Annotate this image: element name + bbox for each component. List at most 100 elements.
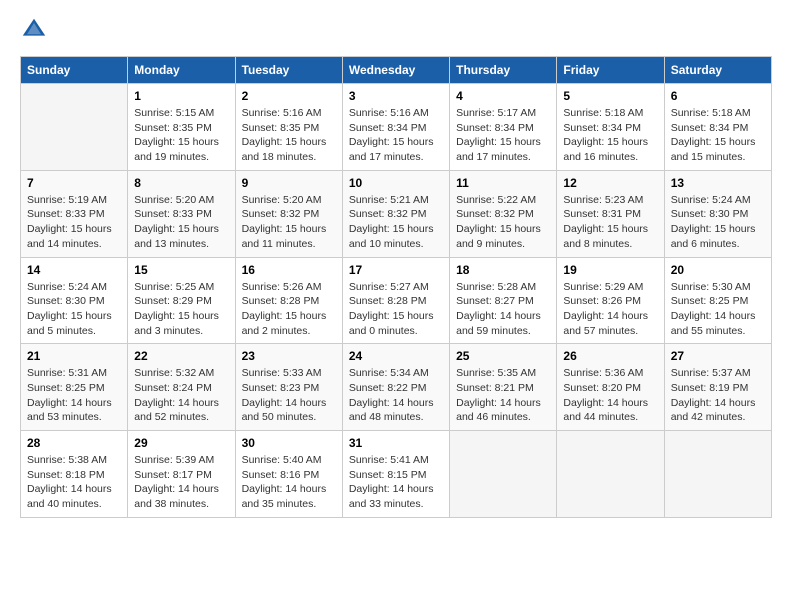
calendar-body: 1 Sunrise: 5:15 AMSunset: 8:35 PMDaylight… [21,84,772,518]
calendar-cell: 10 Sunrise: 5:21 AMSunset: 8:32 PMDayligh… [342,170,449,257]
calendar-cell [450,431,557,518]
day-number: 14 [27,263,121,277]
day-number: 11 [456,176,550,190]
day-info: Sunrise: 5:20 AMSunset: 8:32 PMDaylight:… [242,193,336,252]
day-info: Sunrise: 5:16 AMSunset: 8:35 PMDaylight:… [242,106,336,165]
day-info: Sunrise: 5:35 AMSunset: 8:21 PMDaylight:… [456,366,550,425]
logo-icon [20,16,48,44]
day-info: Sunrise: 5:18 AMSunset: 8:34 PMDaylight:… [671,106,765,165]
calendar-cell: 20 Sunrise: 5:30 AMSunset: 8:25 PMDayligh… [664,257,771,344]
day-number: 30 [242,436,336,450]
day-number: 12 [563,176,657,190]
calendar-cell: 7 Sunrise: 5:19 AMSunset: 8:33 PMDaylight… [21,170,128,257]
calendar-cell: 4 Sunrise: 5:17 AMSunset: 8:34 PMDaylight… [450,84,557,171]
calendar-cell: 2Sunrise: 5:16 AMSunset: 8:35 PMDaylight… [235,84,342,171]
calendar-table: SundayMondayTuesdayWednesdayThursdayFrid… [20,56,772,518]
calendar-cell: 1 Sunrise: 5:15 AMSunset: 8:35 PMDaylight… [128,84,235,171]
day-number: 15 [134,263,228,277]
calendar-cell: 31Sunrise: 5:41 AMSunset: 8:15 PMDayligh… [342,431,449,518]
calendar-cell: 21 Sunrise: 5:31 AMSunset: 8:25 PMDayligh… [21,344,128,431]
week-row-1: 7 Sunrise: 5:19 AMSunset: 8:33 PMDaylight… [21,170,772,257]
header-tuesday: Tuesday [235,57,342,84]
day-info: Sunrise: 5:18 AMSunset: 8:34 PMDaylight:… [563,106,657,165]
calendar-cell [557,431,664,518]
calendar-cell: 18 Sunrise: 5:28 AMSunset: 8:27 PMDayligh… [450,257,557,344]
day-number: 27 [671,349,765,363]
header-row: SundayMondayTuesdayWednesdayThursdayFrid… [21,57,772,84]
calendar-cell: 19 Sunrise: 5:29 AMSunset: 8:26 PMDayligh… [557,257,664,344]
day-number: 19 [563,263,657,277]
calendar-cell: 29 Sunrise: 5:39 AMSunset: 8:17 PMDayligh… [128,431,235,518]
header-saturday: Saturday [664,57,771,84]
day-info: Sunrise: 5:26 AMSunset: 8:28 PMDaylight:… [242,280,336,339]
day-number: 21 [27,349,121,363]
day-number: 17 [349,263,443,277]
day-info: Sunrise: 5:38 AMSunset: 8:18 PMDaylight:… [27,453,121,512]
day-info: Sunrise: 5:33 AMSunset: 8:23 PMDaylight:… [242,366,336,425]
day-info: Sunrise: 5:28 AMSunset: 8:27 PMDaylight:… [456,280,550,339]
day-number: 29 [134,436,228,450]
day-number: 10 [349,176,443,190]
day-number: 5 [563,89,657,103]
week-row-0: 1 Sunrise: 5:15 AMSunset: 8:35 PMDaylight… [21,84,772,171]
calendar-cell: 24 Sunrise: 5:34 AMSunset: 8:22 PMDayligh… [342,344,449,431]
logo [20,16,50,44]
day-info: Sunrise: 5:36 AMSunset: 8:20 PMDaylight:… [563,366,657,425]
day-number: 8 [134,176,228,190]
calendar-cell: 14 Sunrise: 5:24 AMSunset: 8:30 PMDayligh… [21,257,128,344]
calendar-cell: 11 Sunrise: 5:22 AMSunset: 8:32 PMDayligh… [450,170,557,257]
day-number: 1 [134,89,228,103]
calendar-cell [664,431,771,518]
calendar-cell: 30 Sunrise: 5:40 AMSunset: 8:16 PMDayligh… [235,431,342,518]
day-number: 26 [563,349,657,363]
day-info: Sunrise: 5:15 AMSunset: 8:35 PMDaylight:… [134,106,228,165]
day-info: Sunrise: 5:30 AMSunset: 8:25 PMDaylight:… [671,280,765,339]
calendar-cell: 27Sunrise: 5:37 AMSunset: 8:19 PMDayligh… [664,344,771,431]
day-number: 13 [671,176,765,190]
calendar-cell: 16 Sunrise: 5:26 AMSunset: 8:28 PMDayligh… [235,257,342,344]
day-info: Sunrise: 5:40 AMSunset: 8:16 PMDaylight:… [242,453,336,512]
day-info: Sunrise: 5:24 AMSunset: 8:30 PMDaylight:… [27,280,121,339]
day-number: 23 [242,349,336,363]
day-info: Sunrise: 5:32 AMSunset: 8:24 PMDaylight:… [134,366,228,425]
day-info: Sunrise: 5:39 AMSunset: 8:17 PMDaylight:… [134,453,228,512]
week-row-3: 21 Sunrise: 5:31 AMSunset: 8:25 PMDayligh… [21,344,772,431]
calendar-cell: 23 Sunrise: 5:33 AMSunset: 8:23 PMDayligh… [235,344,342,431]
day-number: 7 [27,176,121,190]
calendar-cell: 8 Sunrise: 5:20 AMSunset: 8:33 PMDaylight… [128,170,235,257]
calendar-header: SundayMondayTuesdayWednesdayThursdayFrid… [21,57,772,84]
header-friday: Friday [557,57,664,84]
day-info: Sunrise: 5:31 AMSunset: 8:25 PMDaylight:… [27,366,121,425]
day-info: Sunrise: 5:19 AMSunset: 8:33 PMDaylight:… [27,193,121,252]
day-number: 4 [456,89,550,103]
week-row-2: 14 Sunrise: 5:24 AMSunset: 8:30 PMDayligh… [21,257,772,344]
calendar-cell [21,84,128,171]
day-info: Sunrise: 5:34 AMSunset: 8:22 PMDaylight:… [349,366,443,425]
day-info: Sunrise: 5:29 AMSunset: 8:26 PMDaylight:… [563,280,657,339]
day-info: Sunrise: 5:25 AMSunset: 8:29 PMDaylight:… [134,280,228,339]
calendar-cell: 5 Sunrise: 5:18 AMSunset: 8:34 PMDaylight… [557,84,664,171]
day-info: Sunrise: 5:23 AMSunset: 8:31 PMDaylight:… [563,193,657,252]
day-number: 6 [671,89,765,103]
day-info: Sunrise: 5:20 AMSunset: 8:33 PMDaylight:… [134,193,228,252]
day-number: 20 [671,263,765,277]
calendar-cell: 22 Sunrise: 5:32 AMSunset: 8:24 PMDayligh… [128,344,235,431]
day-number: 9 [242,176,336,190]
day-info: Sunrise: 5:21 AMSunset: 8:32 PMDaylight:… [349,193,443,252]
day-info: Sunrise: 5:22 AMSunset: 8:32 PMDaylight:… [456,193,550,252]
day-info: Sunrise: 5:17 AMSunset: 8:34 PMDaylight:… [456,106,550,165]
day-number: 22 [134,349,228,363]
week-row-4: 28Sunrise: 5:38 AMSunset: 8:18 PMDayligh… [21,431,772,518]
day-number: 24 [349,349,443,363]
calendar-cell: 9 Sunrise: 5:20 AMSunset: 8:32 PMDaylight… [235,170,342,257]
calendar-cell: 28Sunrise: 5:38 AMSunset: 8:18 PMDayligh… [21,431,128,518]
day-number: 16 [242,263,336,277]
day-number: 31 [349,436,443,450]
day-number: 3 [349,89,443,103]
header-thursday: Thursday [450,57,557,84]
calendar-cell: 13Sunrise: 5:24 AMSunset: 8:30 PMDayligh… [664,170,771,257]
header-sunday: Sunday [21,57,128,84]
calendar-cell: 25Sunrise: 5:35 AMSunset: 8:21 PMDayligh… [450,344,557,431]
day-number: 18 [456,263,550,277]
calendar-cell: 6 Sunrise: 5:18 AMSunset: 8:34 PMDaylight… [664,84,771,171]
